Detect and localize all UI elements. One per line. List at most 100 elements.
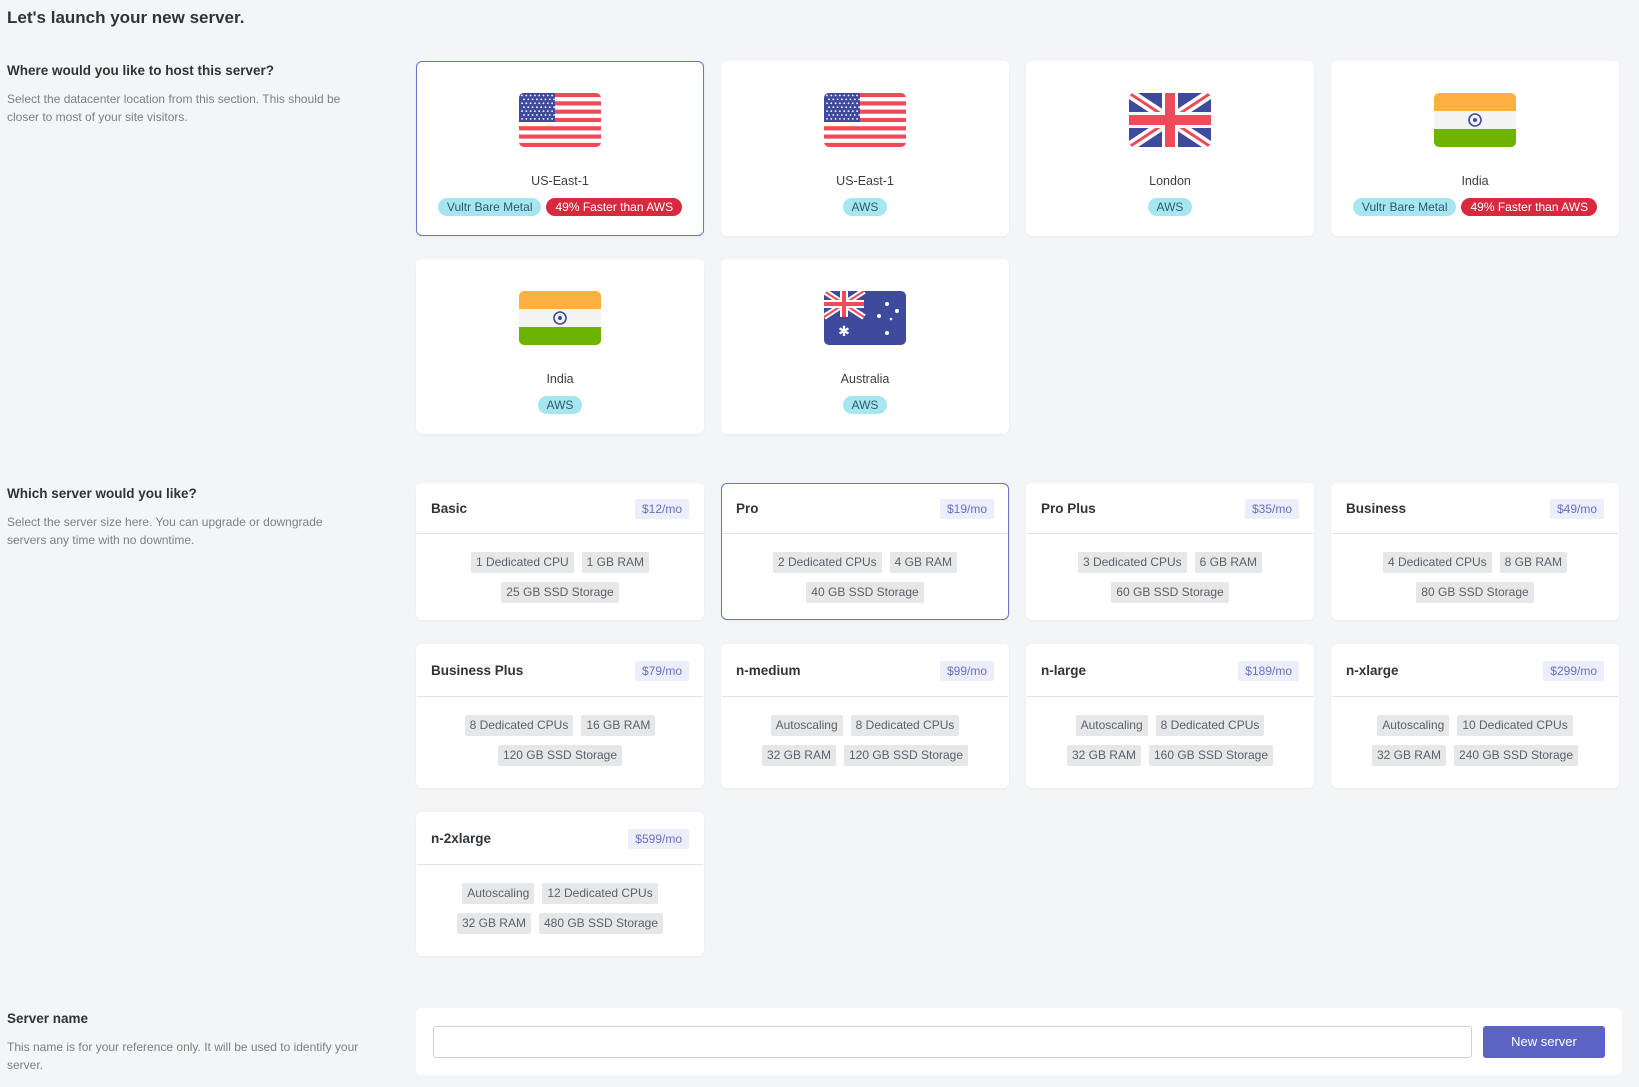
page-title: Let's launch your new server.	[7, 8, 245, 27]
spec-chip: Autoscaling	[1075, 715, 1148, 736]
location-grid: US-East-1 Vultr Bare Metal 49% Faster than…	[416, 61, 1619, 434]
speed-badge: 49% Faster than AWS	[1461, 198, 1598, 216]
location-section-info: Where would you like to host this server…	[7, 63, 362, 126]
provider-badge: AWS	[537, 396, 583, 414]
plan-price: $79/mo	[634, 660, 689, 681]
location-card[interactable]: India AWS	[416, 259, 704, 434]
location-name: India	[546, 372, 574, 386]
spec-chip: 1 GB RAM	[581, 552, 650, 573]
plan-specs: 4 Dedicated CPUs 8 GB RAM 80 GB SSD Storag…	[1332, 534, 1618, 619]
plan-header: n-medium $99/mo	[722, 645, 1008, 697]
spec-chip: 60 GB SSD Storage	[1111, 582, 1229, 603]
server-plan-card[interactable]: n-large $189/mo Autoscaling 8 Dedicated CPU…	[1026, 644, 1314, 788]
svg-text:✱: ✱	[838, 324, 850, 340]
plan-header: Basic $12/mo	[417, 484, 703, 534]
uk-flag-icon	[1129, 93, 1211, 147]
spec-chip: Autoscaling	[770, 715, 843, 736]
server-plan-card[interactable]: n-xlarge $299/mo Autoscaling 10 Dedicated C…	[1331, 644, 1619, 788]
spec-chip: 120 GB SSD Storage	[497, 745, 623, 766]
spec-chip: 32 GB RAM	[761, 745, 836, 766]
spec-chip: 16 GB RAM	[581, 715, 656, 736]
server-plan-grid: Basic $12/mo 1 Dedicated CPU 1 GB RAM 25 GB …	[416, 483, 1619, 956]
location-card[interactable]: ✱ Australia AWS	[721, 259, 1009, 434]
plan-header: n-xlarge $299/mo	[1332, 645, 1618, 697]
plan-name: n-xlarge	[1346, 663, 1399, 678]
spec-chip: 2 Dedicated CPUs	[772, 552, 882, 573]
server-name-panel: New server	[416, 1008, 1622, 1075]
plan-price: $49/mo	[1549, 498, 1604, 519]
spec-chip: 25 GB SSD Storage	[501, 582, 619, 603]
spec-chip: 80 GB SSD Storage	[1416, 582, 1534, 603]
plan-name: Basic	[431, 501, 468, 516]
spec-chip: 8 GB RAM	[1499, 552, 1568, 573]
spec-chip: 160 GB SSD Storage	[1148, 745, 1274, 766]
new-server-button[interactable]: New server	[1483, 1025, 1605, 1058]
server-plan-card[interactable]: Business Plus $79/mo 8 Dedicated CPUs 16 GB…	[416, 644, 704, 788]
spec-chip: Autoscaling	[462, 883, 535, 904]
plan-price: $12/mo	[634, 498, 689, 519]
server-plan-card[interactable]: Pro Plus $35/mo 3 Dedicated CPUs 6 GB RAM 60…	[1026, 483, 1314, 620]
name-section-description: This name is for your reference only. It…	[7, 1040, 359, 1072]
spec-chip: 8 Dedicated CPUs	[464, 715, 574, 736]
provider-badge: Vultr Bare Metal	[437, 198, 542, 216]
location-section-title: Where would you like to host this server…	[7, 63, 275, 78]
spec-chip: 40 GB SSD Storage	[806, 582, 924, 603]
plan-price: $599/mo	[628, 828, 689, 849]
spec-chip: 8 Dedicated CPUs	[850, 715, 960, 736]
location-name: London	[1149, 174, 1191, 188]
plan-name: n-large	[1041, 663, 1087, 678]
location-badges: AWS	[1147, 198, 1193, 216]
location-badges: Vultr Bare Metal 49% Faster than AWS	[437, 198, 683, 216]
speed-badge: 49% Faster than AWS	[546, 198, 683, 216]
location-card[interactable]: London AWS	[1026, 61, 1314, 236]
india-flag-icon	[1434, 93, 1516, 147]
plan-name: n-medium	[736, 663, 801, 678]
server-section-title: Which server would you like?	[7, 486, 197, 501]
plan-specs: 2 Dedicated CPUs 4 GB RAM 40 GB SSD Storag…	[722, 534, 1008, 619]
server-plan-card[interactable]: n-2xlarge $599/mo Autoscaling 12 Dedicated …	[416, 812, 704, 956]
location-name: US-East-1	[531, 174, 589, 188]
spec-chip: 32 GB RAM	[1066, 745, 1141, 766]
location-card[interactable]: India Vultr Bare Metal 49% Faster than AWS	[1331, 61, 1619, 236]
server-plan-card[interactable]: Business $49/mo 4 Dedicated CPUs 8 GB RAM 80…	[1331, 483, 1619, 620]
australia-flag-icon: ✱	[824, 291, 906, 345]
plan-specs: Autoscaling 8 Dedicated CPUs 32 GB RAM 120 …	[722, 697, 1008, 782]
plan-name: Business	[1346, 501, 1407, 516]
us-flag-icon	[824, 93, 906, 147]
server-plan-card[interactable]: n-medium $99/mo Autoscaling 8 Dedicated CPU…	[721, 644, 1009, 788]
provider-badge: AWS	[842, 396, 888, 414]
spec-chip: 10 Dedicated CPUs	[1457, 715, 1573, 736]
spec-chip: 6 GB RAM	[1194, 552, 1263, 573]
spec-chip: 3 Dedicated CPUs	[1077, 552, 1187, 573]
spec-chip: 32 GB RAM	[456, 913, 531, 934]
plan-header: Business $49/mo	[1332, 484, 1618, 534]
plan-header: Pro Plus $35/mo	[1027, 484, 1313, 534]
plan-header: Business Plus $79/mo	[417, 645, 703, 697]
server-plan-card[interactable]: Basic $12/mo 1 Dedicated CPU 1 GB RAM 25 GB …	[416, 483, 704, 620]
plan-name: Pro Plus	[1041, 501, 1096, 516]
server-plan-card[interactable]: Pro $19/mo 2 Dedicated CPUs 4 GB RAM 40 GB S…	[721, 483, 1009, 620]
server-section-description: Select the server size here. You can upg…	[7, 515, 323, 547]
spec-chip: Autoscaling	[1377, 715, 1450, 736]
provider-badge: Vultr Bare Metal	[1352, 198, 1457, 216]
plan-price: $189/mo	[1238, 660, 1299, 681]
spec-chip: 8 Dedicated CPUs	[1155, 715, 1265, 736]
location-section-description: Select the datacenter location from this…	[7, 92, 341, 124]
location-name: Australia	[840, 372, 890, 386]
server-name-input[interactable]	[433, 1025, 1472, 1058]
server-section-info: Which server would you like? Select the …	[7, 486, 362, 549]
location-badges: Vultr Bare Metal 49% Faster than AWS	[1352, 198, 1598, 216]
plan-price: $99/mo	[939, 660, 994, 681]
plan-header: n-2xlarge $599/mo	[417, 813, 703, 865]
plan-header: Pro $19/mo	[722, 484, 1008, 534]
location-card[interactable]: US-East-1 AWS	[721, 61, 1009, 236]
location-card[interactable]: US-East-1 Vultr Bare Metal 49% Faster than…	[416, 61, 704, 236]
plan-name: Pro	[736, 501, 759, 516]
name-section-info: Server name This name is for your refere…	[7, 1011, 362, 1074]
location-badges: AWS	[842, 396, 888, 414]
plan-specs: Autoscaling 10 Dedicated CPUs 32 GB RAM 240…	[1332, 697, 1618, 782]
location-name: US-East-1	[836, 174, 894, 188]
location-badges: AWS	[537, 396, 583, 414]
spec-chip: 120 GB SSD Storage	[843, 745, 969, 766]
plan-price: $19/mo	[939, 498, 994, 519]
